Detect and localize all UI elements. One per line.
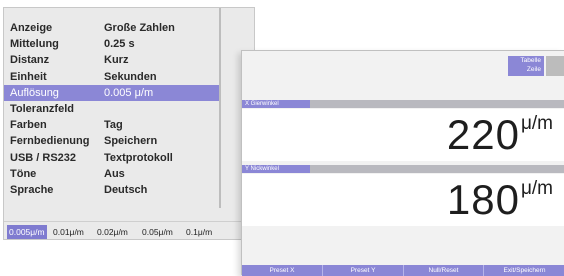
table-row-button[interactable]: Tabelle Zeile [508,56,544,76]
menu-row-value: Textprotokoll [104,151,173,164]
screen-edge-strip [546,56,564,76]
table-button-line2: Zeile [526,66,541,73]
resolution-option-bar: 0.005μ/m 0.01μ/m 0.02μ/m 0.05μ/m 0.1μ/m [4,221,254,240]
x-reading: 220μ/m [447,111,553,159]
menu-row-label: Auflösung [10,86,59,99]
menu-row-einheit[interactable]: Einheit Sekunden [4,69,219,85]
resolution-option[interactable]: 0.1μ/m [184,225,214,239]
null-reset-softkey[interactable]: Null/Reset [404,265,484,276]
settings-menu-screen: Anzeige Große Zahlen Mittelung 0.25 s Di… [3,7,255,240]
y-reading-panel: 180μ/m [242,174,564,226]
menu-row-toene[interactable]: Töne Aus [4,166,219,182]
menu-row-value: Kurz [104,54,129,67]
menu-row-label: Einheit [10,70,47,83]
menu-row-mittelung[interactable]: Mittelung 0.25 s [4,36,219,52]
menu-row-value: Große Zahlen [104,22,175,34]
menu-row-fernbedienung[interactable]: Fernbedienung Speichern [4,133,219,149]
x-panel-label: X Gierwinkel [242,100,310,108]
resolution-option[interactable]: 0.01μ/m [51,225,86,239]
y-reading-unit: μ/m [520,178,553,199]
y-reading-value: 180 [446,176,520,223]
resolution-option[interactable]: 0.02μ/m [95,225,130,239]
menu-row-value: Deutsch [104,183,148,196]
menu-row-value: 0.005 μ/m [104,86,154,99]
menu-row-label: Töne [10,167,37,180]
menu-row-value: Sekunden [104,70,157,83]
y-panel-header: Y Nickwinkel [242,165,564,173]
menu-row-label: Farben [10,119,47,132]
menu-row-value: Tag [104,119,123,132]
settings-menu-list: Anzeige Große Zahlen Mittelung 0.25 s Di… [4,20,219,198]
menu-row-anzeige[interactable]: Anzeige Große Zahlen [4,20,219,36]
y-reading: 180μ/m [447,176,553,224]
menu-row-label: Sprache [10,183,54,196]
menu-row-usb-rs232[interactable]: USB / RS232 Textprotokoll [4,150,219,166]
x-reading-value: 220 [446,111,520,158]
menu-row-sprache[interactable]: Sprache Deutsch [4,182,219,198]
menu-row-value: 0.25 s [104,38,135,51]
menu-row-label: Toleranzfeld [10,102,74,115]
table-button-line1: Tabelle [520,57,541,64]
menu-row-aufloesung[interactable]: Auflösung 0.005 μ/m [4,84,219,101]
resolution-option[interactable]: 0.05μ/m [140,225,175,239]
x-panel-header: X Gierwinkel [242,100,564,108]
preset-y-softkey[interactable]: Preset Y [323,265,404,276]
preset-x-softkey[interactable]: Preset X [242,265,323,276]
menu-divider [219,8,221,208]
menu-row-label: Fernbedienung [10,135,90,148]
softkey-bar: Preset X Preset Y Null/Reset Exit/Speich… [242,265,564,276]
menu-row-value: Aus [104,167,125,180]
menu-row-distanz[interactable]: Distanz Kurz [4,52,219,68]
menu-row-label: Distanz [10,54,50,67]
y-panel-label: Y Nickwinkel [242,165,310,173]
menu-row-farben[interactable]: Farben Tag [4,117,219,133]
measurement-screen: Tabelle Zeile X Gierwinkel 220μ/m Y Nick… [241,50,564,276]
resolution-option[interactable]: 0.005μ/m [7,225,47,239]
exit-save-softkey[interactable]: Exit/Speichern [484,265,564,276]
x-reading-unit: μ/m [520,113,553,134]
menu-row-label: Mittelung [10,38,59,51]
menu-row-value: Speichern [104,135,158,148]
menu-row-toleranzfeld[interactable]: Toleranzfeld [4,101,219,117]
x-reading-panel: 220μ/m [242,109,564,161]
menu-row-label: Anzeige [10,22,53,34]
menu-row-label: USB / RS232 [10,151,77,164]
